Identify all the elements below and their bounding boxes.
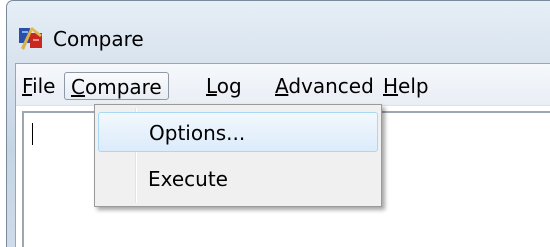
- menu-help-mnemonic: H: [383, 74, 399, 98]
- compare-app-icon: [18, 25, 44, 51]
- text-cursor: [32, 123, 33, 145]
- window-title: Compare: [53, 27, 144, 51]
- menu-item-execute[interactable]: Execute: [98, 159, 378, 199]
- menu-compare[interactable]: Compare: [64, 72, 169, 100]
- menu-file[interactable]: File: [16, 72, 61, 100]
- menu-help-label: elp: [398, 74, 429, 98]
- menu-item-options-label: Options...: [149, 121, 246, 145]
- menu-log-mnemonic: L: [206, 74, 217, 98]
- menu-item-execute-label: Execute: [148, 167, 228, 191]
- menu-advanced[interactable]: Advanced: [269, 72, 380, 100]
- menu-advanced-label: dvanced: [288, 74, 374, 98]
- title-bar[interactable]: Compare: [7, 1, 550, 63]
- menu-help[interactable]: Help: [377, 72, 435, 100]
- menu-compare-mnemonic: C: [71, 75, 85, 99]
- menu-log[interactable]: Log: [200, 72, 248, 100]
- menu-compare-label: ompare: [84, 75, 162, 99]
- compare-dropdown-menu: Options... Execute: [94, 104, 382, 207]
- menu-item-options[interactable]: Options...: [98, 112, 378, 152]
- menu-log-label: og: [216, 74, 242, 98]
- menu-bar: File Compare Log Advanced Help: [16, 64, 550, 106]
- menu-file-mnemonic: F: [22, 74, 33, 98]
- menu-advanced-mnemonic: A: [275, 74, 289, 98]
- menu-file-label: ile: [32, 74, 56, 98]
